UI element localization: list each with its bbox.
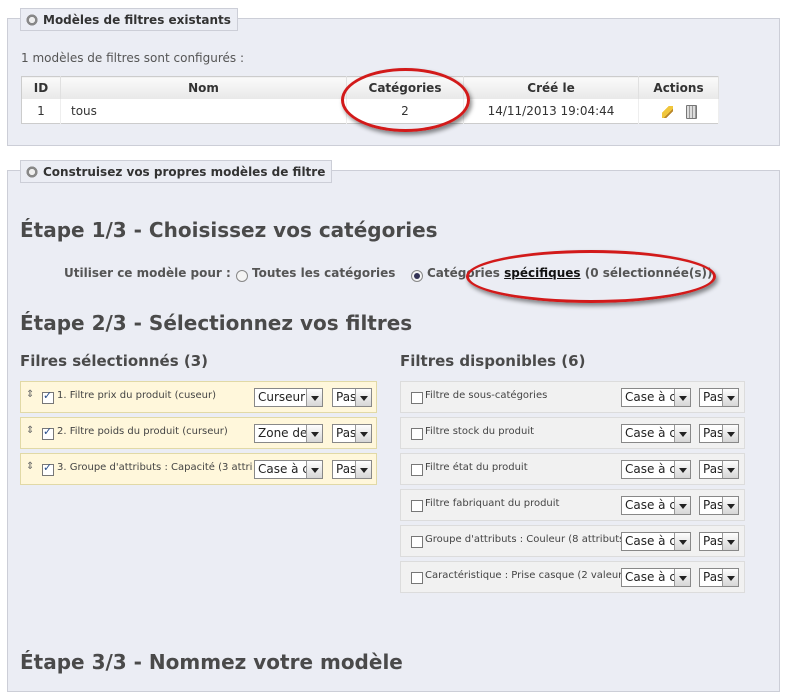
available-filter-row[interactable]: Caractéristique : Prise casque (2 valeur… [400,561,745,593]
radio-all-categories[interactable] [236,270,248,282]
edit-icon[interactable] [662,106,673,118]
annotation-ellipse-categories [341,68,470,132]
chevron-down-icon [355,425,371,442]
chevron-down-icon [722,497,738,514]
filter-label: Filtre de sous-catégories [425,390,548,401]
chevron-down-icon [306,425,322,442]
step2-title: Étape 2/3 - Sélectionnez vos filtres [20,311,413,335]
filter-type-select[interactable]: Zone de [254,424,323,443]
filter-label: Filtre stock du produit [425,426,535,437]
chevron-down-icon [722,389,738,406]
filter-type-select[interactable]: Case à c [254,460,323,479]
filter-checkbox[interactable] [42,425,54,440]
filter-checkbox[interactable] [411,392,423,404]
step1-title: Étape 1/3 - Choisissez vos catégories [20,218,438,242]
existing-templates-title: Modèles de filtres existants [43,12,231,27]
filter-type-select[interactable]: Case à c [621,388,691,407]
filter-label: Caractéristique : Prise casque (2 valeur… [425,570,621,581]
col-created: Créé le [463,76,639,99]
chevron-down-icon [674,533,690,550]
row-actions [638,99,719,124]
use-template-label: Utiliser ce modèle pour : [64,266,231,280]
radio-specific-categories[interactable] [411,270,423,282]
filter-label: 3. Groupe d'attributs : Capacité (3 attr… [57,462,253,473]
filter-limit-select[interactable]: Pas [699,568,739,587]
filter-type-select[interactable]: Curseur [254,388,323,407]
option-all-categories-label[interactable]: Toutes les catégories [252,266,395,280]
col-id: ID [21,76,61,99]
existing-templates-legend: Modèles de filtres existants [20,8,238,31]
filter-label: Filtre fabriquant du produit [425,498,560,509]
filter-limit-select[interactable]: Pas [699,532,739,551]
filter-type-select[interactable]: Case à c [621,460,691,479]
available-filter-row[interactable]: Filtre état du produit Case à c Pas [400,453,745,485]
available-filters-title: Filtres disponibles (6) [400,352,586,370]
chevron-down-icon [355,461,371,478]
gear-icon [25,12,39,27]
row-created: 14/11/2013 19:04:44 [463,99,639,124]
filter-checkbox[interactable] [411,428,423,440]
filter-limit-select[interactable]: Pas [332,424,372,443]
filter-type-select[interactable]: Case à c [621,568,691,587]
row-id: 1 [21,99,61,124]
chevron-down-icon [306,461,322,478]
available-filter-row[interactable]: Filtre fabriquant du produit Case à c Pa… [400,489,745,521]
chevron-down-icon [674,389,690,406]
filter-checkbox[interactable] [42,461,54,476]
filter-type-select[interactable]: Case à c [621,424,691,443]
available-filter-row[interactable]: Filtre de sous-catégories Case à c Pas [400,381,745,413]
chevron-down-icon [674,497,690,514]
selected-filter-row[interactable]: ⇕ 3. Groupe d'attributs : Capacité (3 at… [20,453,377,485]
filter-limit-select[interactable]: Pas [332,388,372,407]
filter-limit-select[interactable]: Pas [332,460,372,479]
annotation-ellipse-specific [466,250,716,303]
drag-handle-icon[interactable]: ⇕ [26,461,34,472]
available-filter-row[interactable]: Filtre stock du produit Case à c Pas [400,417,745,449]
chevron-down-icon [355,389,371,406]
filter-label: Groupe d'attributs : Couleur (8 attribut… [425,534,621,545]
filter-checkbox[interactable] [411,464,423,476]
chevron-down-icon [674,461,690,478]
filter-limit-select[interactable]: Pas [699,496,739,515]
chevron-down-icon [674,569,690,586]
filter-checkbox[interactable] [411,572,423,584]
chevron-down-icon [722,569,738,586]
chevron-down-icon [722,425,738,442]
filter-checkbox[interactable] [411,536,423,548]
chevron-down-icon [674,425,690,442]
filter-limit-select[interactable]: Pas [699,460,739,479]
build-templates-legend: Construisez vos propres modèles de filtr… [20,160,333,183]
selected-filter-row[interactable]: ⇕ 2. Filtre poids du produit (curseur) Z… [20,417,377,449]
filter-label: Filtre état du produit [425,462,528,473]
filter-type-select[interactable]: Case à c [621,532,691,551]
available-filter-row[interactable]: Groupe d'attributs : Couleur (8 attribut… [400,525,745,557]
col-name: Nom [60,76,347,99]
filter-checkbox[interactable] [411,500,423,512]
row-name: tous [60,99,347,124]
drag-handle-icon[interactable]: ⇕ [26,389,34,400]
delete-icon[interactable] [686,105,697,119]
drag-handle-icon[interactable]: ⇕ [26,425,34,436]
filter-label: 2. Filtre poids du produit (curseur) [57,426,228,437]
chevron-down-icon [722,533,738,550]
chevron-down-icon [306,389,322,406]
templates-count-text: 1 modèles de filtres sont configurés : [21,51,245,65]
filter-limit-select[interactable]: Pas [699,424,739,443]
filter-label: 1. Filtre prix du produit (cuseur) [57,390,217,401]
selected-filters-title: Filres sélectionnés (3) [20,352,209,370]
col-actions: Actions [638,76,719,99]
chevron-down-icon [722,461,738,478]
filter-limit-select[interactable]: Pas [699,388,739,407]
gear-icon [25,164,39,179]
filter-checkbox[interactable] [42,389,54,404]
filter-type-select[interactable]: Case à c [621,496,691,515]
selected-filter-row[interactable]: ⇕ 1. Filtre prix du produit (cuseur) Cur… [20,381,377,413]
build-templates-title: Construisez vos propres modèles de filtr… [43,164,326,179]
step3-title: Étape 3/3 - Nommez votre modèle [20,650,403,674]
